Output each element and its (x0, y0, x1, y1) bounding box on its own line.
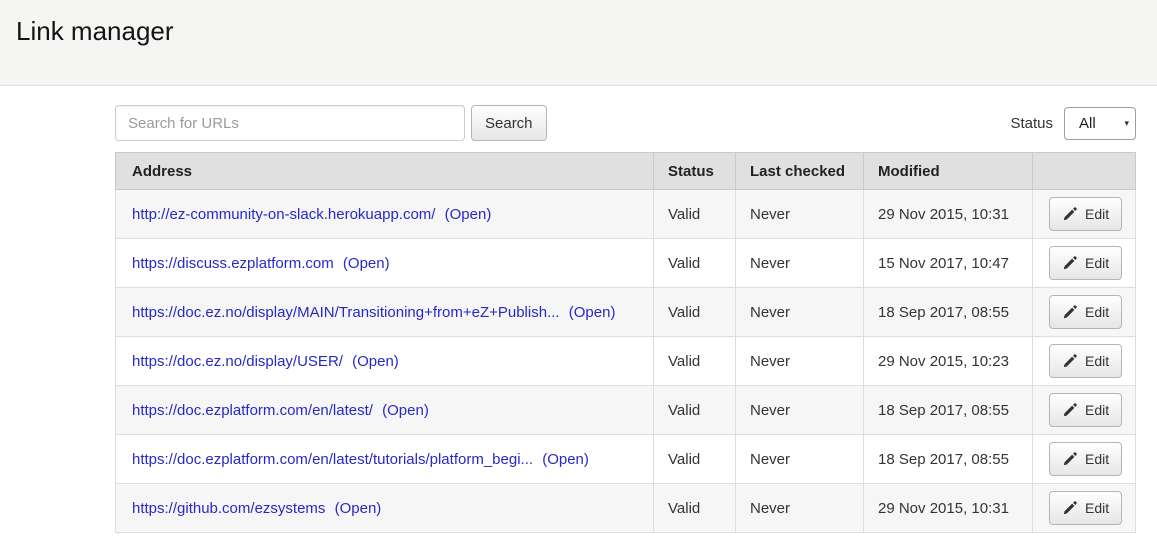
pencil-icon (1062, 452, 1077, 467)
url-link[interactable]: https://doc.ezplatform.com/en/latest/ (132, 402, 373, 419)
modified-cell: 29 Nov 2015, 10:31 (864, 190, 1033, 239)
address-cell: https://github.com/ezsystems (Open) (116, 484, 654, 533)
edit-button[interactable]: Edit (1049, 197, 1122, 231)
toolbar: Search Status All ▾ (115, 105, 1136, 141)
status-cell: Valid (654, 190, 736, 239)
status-cell: Valid (654, 484, 736, 533)
edit-button[interactable]: Edit (1049, 491, 1122, 525)
status-select-value: All (1079, 115, 1096, 132)
edit-button[interactable]: Edit (1049, 246, 1122, 280)
address-cell: https://doc.ezplatform.com/en/latest/ (O… (116, 386, 654, 435)
last-checked-cell: Never (736, 337, 864, 386)
table-row: https://doc.ezplatform.com/en/latest/ (O… (116, 386, 1136, 435)
last-checked-cell: Never (736, 190, 864, 239)
address-cell: https://doc.ez.no/display/USER/ (Open) (116, 337, 654, 386)
address-cell: http://ez-community-on-slack.herokuapp.c… (116, 190, 654, 239)
edit-button-label: Edit (1085, 402, 1109, 418)
column-header-modified: Modified (864, 153, 1033, 190)
address-cell: https://discuss.ezplatform.com (Open) (116, 239, 654, 288)
column-header-checked: Last checked (736, 153, 864, 190)
modified-cell: 18 Sep 2017, 08:55 (864, 288, 1033, 337)
edit-button-label: Edit (1085, 304, 1109, 320)
open-link[interactable]: (Open) (569, 304, 616, 321)
table-row: http://ez-community-on-slack.herokuapp.c… (116, 190, 1136, 239)
url-link[interactable]: https://doc.ez.no/display/MAIN/Transitio… (132, 304, 560, 321)
edit-button-label: Edit (1085, 255, 1109, 271)
edit-button[interactable]: Edit (1049, 393, 1122, 427)
table-row: https://github.com/ezsystems (Open) Vali… (116, 484, 1136, 533)
actions-cell: Edit (1033, 435, 1136, 484)
modified-cell: 15 Nov 2017, 10:47 (864, 239, 1033, 288)
open-link[interactable]: (Open) (352, 353, 399, 370)
address-cell: https://doc.ezplatform.com/en/latest/tut… (116, 435, 654, 484)
actions-cell: Edit (1033, 288, 1136, 337)
open-link[interactable]: (Open) (542, 451, 589, 468)
status-select[interactable]: All ▾ (1064, 107, 1136, 140)
edit-button-label: Edit (1085, 451, 1109, 467)
url-link[interactable]: https://discuss.ezplatform.com (132, 255, 334, 272)
table-header: Address Status Last checked Modified (116, 153, 1136, 190)
status-cell: Valid (654, 337, 736, 386)
pencil-icon (1062, 207, 1077, 222)
url-link[interactable]: https://github.com/ezsystems (132, 500, 325, 517)
edit-button[interactable]: Edit (1049, 442, 1122, 476)
pencil-icon (1062, 256, 1077, 271)
table-row: https://doc.ez.no/display/USER/ (Open) V… (116, 337, 1136, 386)
column-header-address: Address (116, 153, 654, 190)
last-checked-cell: Never (736, 484, 864, 533)
address-cell: https://doc.ez.no/display/MAIN/Transitio… (116, 288, 654, 337)
actions-cell: Edit (1033, 386, 1136, 435)
status-filter-group: Status All ▾ (1010, 107, 1136, 140)
status-cell: Valid (654, 435, 736, 484)
page-title: Link manager (0, 0, 1157, 47)
status-cell: Valid (654, 288, 736, 337)
pencil-icon (1062, 305, 1077, 320)
table-row: https://doc.ez.no/display/MAIN/Transitio… (116, 288, 1136, 337)
last-checked-cell: Never (736, 239, 864, 288)
modified-cell: 29 Nov 2015, 10:23 (864, 337, 1033, 386)
pencil-icon (1062, 501, 1077, 516)
url-link[interactable]: https://doc.ezplatform.com/en/latest/tut… (132, 451, 533, 468)
modified-cell: 18 Sep 2017, 08:55 (864, 435, 1033, 484)
edit-button[interactable]: Edit (1049, 295, 1122, 329)
edit-button-label: Edit (1085, 206, 1109, 222)
edit-button-label: Edit (1085, 500, 1109, 516)
modified-cell: 29 Nov 2015, 10:31 (864, 484, 1033, 533)
open-link[interactable]: (Open) (382, 402, 429, 419)
pencil-icon (1062, 403, 1077, 418)
last-checked-cell: Never (736, 288, 864, 337)
status-filter-label: Status (1010, 115, 1053, 132)
edit-button[interactable]: Edit (1049, 344, 1122, 378)
chevron-down-icon: ▾ (1124, 119, 1129, 128)
actions-cell: Edit (1033, 337, 1136, 386)
links-table: Address Status Last checked Modified htt… (115, 152, 1136, 533)
page-header: Link manager (0, 0, 1157, 86)
open-link[interactable]: (Open) (445, 206, 492, 223)
open-link[interactable]: (Open) (343, 255, 390, 272)
url-link[interactable]: https://doc.ez.no/display/USER/ (132, 353, 343, 370)
table-row: https://discuss.ezplatform.com (Open) Va… (116, 239, 1136, 288)
actions-cell: Edit (1033, 484, 1136, 533)
status-cell: Valid (654, 386, 736, 435)
column-header-status: Status (654, 153, 736, 190)
actions-cell: Edit (1033, 190, 1136, 239)
url-link[interactable]: http://ez-community-on-slack.herokuapp.c… (132, 206, 435, 223)
actions-cell: Edit (1033, 239, 1136, 288)
open-link[interactable]: (Open) (335, 500, 382, 517)
modified-cell: 18 Sep 2017, 08:55 (864, 386, 1033, 435)
edit-button-label: Edit (1085, 353, 1109, 369)
table-row: https://doc.ezplatform.com/en/latest/tut… (116, 435, 1136, 484)
last-checked-cell: Never (736, 435, 864, 484)
search-input[interactable] (115, 105, 465, 141)
column-header-actions (1033, 153, 1136, 190)
last-checked-cell: Never (736, 386, 864, 435)
status-cell: Valid (654, 239, 736, 288)
pencil-icon (1062, 354, 1077, 369)
search-button[interactable]: Search (471, 105, 547, 141)
